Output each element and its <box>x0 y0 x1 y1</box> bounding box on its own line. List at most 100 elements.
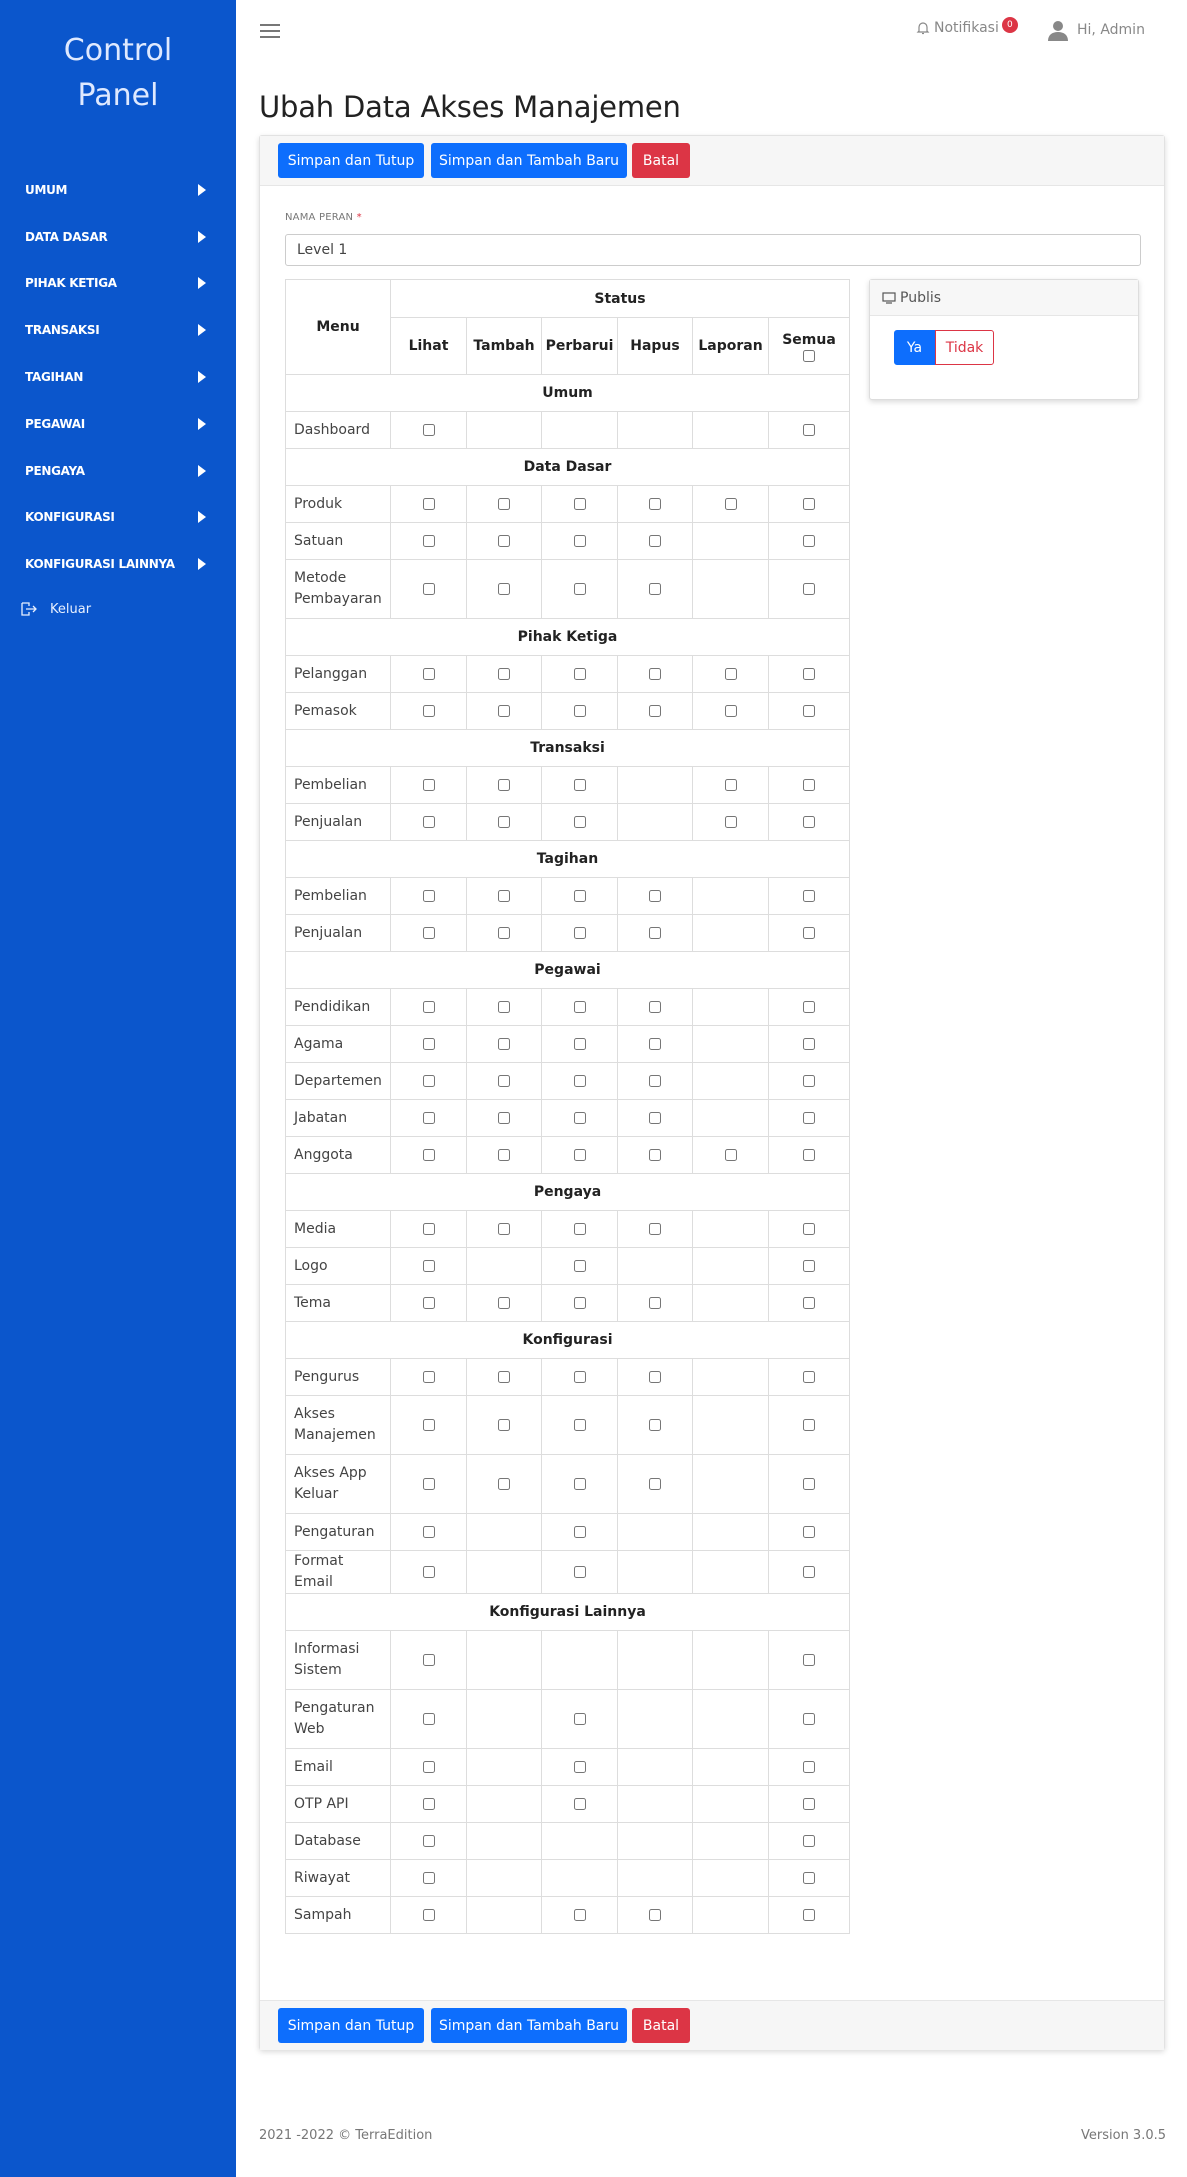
permission-checkbox-semua[interactable] <box>803 1001 815 1013</box>
publish-no-button[interactable]: Tidak <box>935 330 994 365</box>
permission-checkbox-laporan[interactable] <box>724 498 737 510</box>
permission-checkbox-hapus[interactable] <box>649 668 661 680</box>
permission-checkbox-perbarui[interactable] <box>573 1223 586 1235</box>
permission-checkbox-tambah[interactable] <box>498 498 510 510</box>
permission-checkbox-hapus[interactable] <box>649 1001 661 1013</box>
permission-checkbox-perbarui[interactable] <box>573 668 586 680</box>
save-new-button[interactable]: Simpan dan Tambah Baru <box>431 143 627 178</box>
permission-checkbox-laporan[interactable] <box>724 705 737 717</box>
permission-checkbox-semua[interactable] <box>803 1478 815 1490</box>
permission-checkbox-lihat[interactable] <box>422 1038 435 1050</box>
permission-checkbox-hapus[interactable] <box>649 1149 661 1161</box>
permission-checkbox-hapus[interactable] <box>649 1909 661 1921</box>
permission-checkbox-hapus[interactable] <box>649 1371 661 1383</box>
permission-checkbox-semua[interactable] <box>803 927 815 939</box>
permission-checkbox-semua[interactable] <box>803 1149 815 1161</box>
sidebar-item-data-dasar[interactable]: DATA DASAR <box>0 214 236 260</box>
permission-checkbox-hapus[interactable] <box>649 890 661 902</box>
permission-checkbox-lihat[interactable] <box>422 1798 435 1810</box>
permission-checkbox-perbarui[interactable] <box>573 816 586 828</box>
permission-checkbox-perbarui[interactable] <box>573 1001 586 1013</box>
sidebar-item-pegawai[interactable]: PEGAWAI <box>0 401 236 447</box>
permission-checkbox-semua[interactable] <box>803 583 815 595</box>
permission-checkbox-perbarui[interactable] <box>573 927 586 939</box>
permission-checkbox-tambah[interactable] <box>498 816 510 828</box>
permission-checkbox-hapus[interactable] <box>649 498 661 510</box>
permission-checkbox-tambah[interactable] <box>498 1149 510 1161</box>
sidebar-item-konfigurasi[interactable]: KONFIGURASI <box>0 494 236 540</box>
permission-checkbox-perbarui[interactable] <box>573 1149 586 1161</box>
permission-checkbox-perbarui[interactable] <box>573 890 586 902</box>
permission-checkbox-perbarui[interactable] <box>573 705 586 717</box>
permission-checkbox-hapus[interactable] <box>649 1038 661 1050</box>
save-new-button-bottom[interactable]: Simpan dan Tambah Baru <box>431 2008 627 2043</box>
save-close-button[interactable]: Simpan dan Tutup <box>278 143 424 178</box>
permission-checkbox-lihat[interactable] <box>422 583 435 595</box>
sidebar-item-umum[interactable]: UMUM <box>0 167 236 213</box>
permission-checkbox-hapus[interactable] <box>649 583 661 595</box>
permission-checkbox-perbarui[interactable] <box>573 1297 586 1309</box>
permission-checkbox-lihat[interactable] <box>422 1149 435 1161</box>
permission-checkbox-lihat[interactable] <box>422 1419 435 1431</box>
permission-checkbox-hapus[interactable] <box>649 1112 661 1124</box>
permission-checkbox-semua[interactable] <box>803 1371 815 1383</box>
permission-checkbox-semua[interactable] <box>803 1075 815 1087</box>
permission-checkbox-perbarui[interactable] <box>573 1761 586 1773</box>
permission-checkbox-tambah[interactable] <box>498 1038 510 1050</box>
permission-checkbox-semua[interactable] <box>803 779 815 791</box>
save-close-button-bottom[interactable]: Simpan dan Tutup <box>278 2008 424 2043</box>
permission-checkbox-lihat[interactable] <box>422 668 435 680</box>
permission-checkbox-tambah[interactable] <box>498 535 510 547</box>
permission-checkbox-lihat[interactable] <box>422 498 435 510</box>
permission-checkbox-semua[interactable] <box>803 1223 815 1235</box>
permission-checkbox-lihat[interactable] <box>422 1872 435 1884</box>
permission-checkbox-semua[interactable] <box>803 1798 815 1810</box>
sidebar-item-tagihan[interactable]: TAGIHAN <box>0 354 236 400</box>
permission-checkbox-laporan[interactable] <box>724 668 737 680</box>
sidebar-item-pihak-ketiga[interactable]: PIHAK KETIGA <box>0 260 236 306</box>
permission-checkbox-lihat[interactable] <box>422 1371 435 1383</box>
publish-yes-button[interactable]: Ya <box>894 330 935 365</box>
permission-checkbox-semua[interactable] <box>803 1872 815 1884</box>
permission-checkbox-tambah[interactable] <box>498 1419 510 1431</box>
permission-checkbox-perbarui[interactable] <box>573 583 586 595</box>
permission-checkbox-tambah[interactable] <box>498 779 510 791</box>
permission-checkbox-lihat[interactable] <box>422 779 435 791</box>
permission-checkbox-perbarui[interactable] <box>573 1075 586 1087</box>
sidebar-item-transaksi[interactable]: TRANSAKSI <box>0 307 236 353</box>
permission-checkbox-lihat[interactable] <box>422 1260 435 1272</box>
permission-checkbox-perbarui[interactable] <box>573 1478 586 1490</box>
permission-checkbox-semua[interactable] <box>803 1526 815 1538</box>
permission-checkbox-tambah[interactable] <box>498 705 510 717</box>
cancel-button[interactable]: Batal <box>632 143 690 178</box>
permission-checkbox-tambah[interactable] <box>498 1001 510 1013</box>
permission-checkbox-tambah[interactable] <box>498 1297 510 1309</box>
permission-checkbox-tambah[interactable] <box>498 668 510 680</box>
permission-checkbox-semua[interactable] <box>803 1297 815 1309</box>
logout-link[interactable]: Keluar <box>0 596 236 622</box>
permission-checkbox-laporan[interactable] <box>724 1149 737 1161</box>
permission-checkbox-perbarui[interactable] <box>573 1419 586 1431</box>
role-name-input[interactable] <box>285 234 1141 266</box>
permission-checkbox-lihat[interactable] <box>422 1761 435 1773</box>
permission-checkbox-laporan[interactable] <box>724 816 737 828</box>
permission-checkbox-lihat[interactable] <box>422 1909 435 1921</box>
permission-checkbox-tambah[interactable] <box>498 927 510 939</box>
permission-checkbox-semua[interactable] <box>803 1835 815 1847</box>
permission-checkbox-lihat[interactable] <box>422 890 435 902</box>
permission-checkbox-perbarui[interactable] <box>573 1566 586 1578</box>
permission-checkbox-perbarui[interactable] <box>573 498 586 510</box>
permission-checkbox-semua[interactable] <box>803 1713 815 1725</box>
permission-checkbox-semua[interactable] <box>803 1909 815 1921</box>
permission-checkbox-semua[interactable] <box>803 1566 815 1578</box>
permission-checkbox-lihat[interactable] <box>422 535 435 547</box>
permission-checkbox-perbarui[interactable] <box>573 1038 586 1050</box>
sidebar-item-pengaya[interactable]: PENGAYA <box>0 448 236 494</box>
permission-checkbox-lihat[interactable] <box>422 1112 435 1124</box>
permission-checkbox-perbarui[interactable] <box>573 1112 586 1124</box>
permission-checkbox-semua[interactable] <box>803 1761 815 1773</box>
permission-checkbox-perbarui[interactable] <box>573 1909 586 1921</box>
permission-checkbox-semua[interactable] <box>803 1419 815 1431</box>
permission-checkbox-semua[interactable] <box>803 1038 815 1050</box>
permission-checkbox-hapus[interactable] <box>649 1419 661 1431</box>
